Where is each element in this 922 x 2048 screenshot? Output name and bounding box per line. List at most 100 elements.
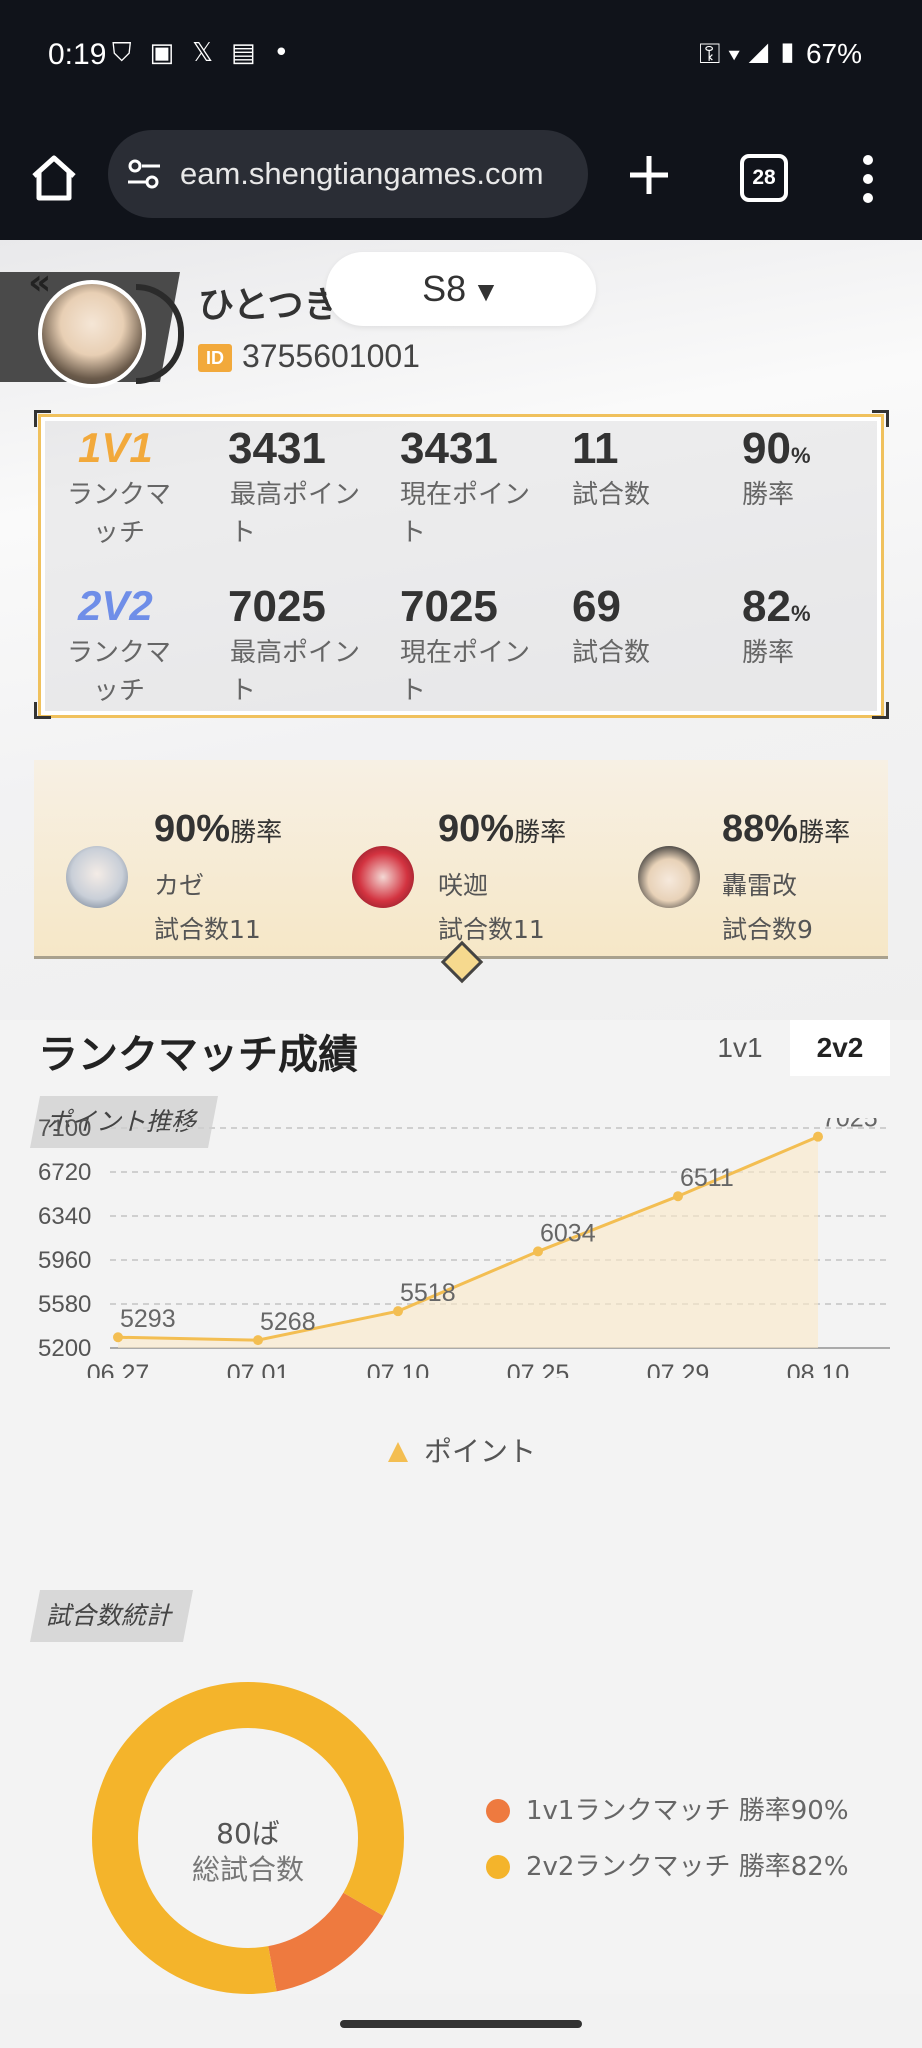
site-settings-icon[interactable]	[126, 156, 162, 192]
winrate-number: 90	[742, 424, 791, 473]
home-gesture-handle[interactable]	[340, 2020, 582, 2028]
pie-legend-1v1: 1v1ランクマッチ 勝率90%	[486, 1790, 849, 1827]
x-tick-label: 08.10	[787, 1360, 850, 1378]
winrate-label: 勝率	[742, 480, 795, 510]
data-point	[113, 1332, 123, 1343]
more-menu-icon[interactable]	[860, 152, 876, 206]
matches-value: 69	[572, 582, 621, 631]
hero-name: 咲迦	[438, 871, 489, 900]
data-point	[253, 1335, 263, 1346]
hero-avatar[interactable]	[638, 846, 700, 908]
home-icon[interactable]	[28, 152, 80, 204]
tab-switcher-button[interactable]: 28	[740, 154, 788, 202]
mode-toggle: 1v1 2v2	[690, 1020, 890, 1076]
hero-name: カゼ	[154, 871, 205, 900]
battery-percent: 67%	[805, 38, 862, 69]
matches-label: 試合数	[572, 638, 651, 668]
hero-avatar[interactable]	[66, 846, 128, 908]
toggle-2v2[interactable]: 2v2	[790, 1020, 890, 1076]
data-label: 6511	[680, 1164, 734, 1192]
hero-winrate-value: 90%	[438, 808, 515, 850]
panel-corner	[34, 702, 51, 719]
panel-corner	[34, 410, 51, 427]
data-point	[813, 1131, 823, 1142]
system-navigation-bar	[0, 1994, 922, 2048]
y-tick-label: 6340	[38, 1203, 91, 1230]
current-points-value: 7025	[400, 582, 498, 631]
matches-value: 11	[572, 424, 619, 473]
max-points-value: 3431	[228, 424, 326, 473]
section-title: ランクマッチ成績	[38, 1032, 358, 1078]
max-points-label: 最高ポイント	[230, 480, 361, 548]
data-point	[673, 1191, 683, 1202]
y-tick-label: 7100	[38, 1118, 91, 1142]
hero-winrate-label: 勝率	[514, 818, 567, 848]
hero-winrate-label: 勝率	[230, 818, 283, 848]
y-tick-label: 5960	[38, 1247, 91, 1274]
y-tick-label: 5200	[38, 1335, 91, 1362]
points-trend-chart: 7100 6720 6340 5960 5580 5200 5293 06.27 5268 07.…	[38, 1118, 890, 1378]
total-matches-value: 80ば	[216, 1817, 280, 1850]
mode-label-1v1: 1V1	[78, 424, 153, 471]
hero-winrate: 90%勝率	[438, 808, 566, 851]
url-text[interactable]: eam.shengtiangames.com	[180, 156, 580, 196]
id-badge: ID	[198, 344, 232, 372]
toggle-1v1[interactable]: 1v1	[690, 1020, 790, 1076]
hero-winrate: 88%勝率	[722, 808, 850, 851]
player-id: 3755601001	[242, 338, 420, 374]
max-points-label: 最高ポイント	[230, 638, 361, 706]
winrate-label: 勝率	[742, 638, 795, 668]
system-status-icons: ⚿ ▾ ◢ ▮ 67%	[699, 38, 862, 69]
data-point	[393, 1306, 403, 1317]
pie-legend-2v2: 2v2ランクマッチ 勝率82%	[486, 1846, 849, 1883]
data-label: 6034	[540, 1219, 596, 1247]
hero-avatar[interactable]	[352, 846, 414, 908]
hero-winrate-value: 88%	[722, 808, 799, 850]
legend-dot	[486, 1855, 510, 1879]
panel-corner	[872, 410, 889, 427]
winrate-unit: %	[790, 443, 811, 468]
mode-sub-label: ランクマッチ	[66, 638, 171, 706]
winrate-number: 82	[742, 582, 791, 631]
notification-icons: ⛉▣𝕏▤•	[112, 38, 307, 68]
season-selector[interactable]: S8 ▼	[326, 252, 596, 326]
current-points-label: 現在ポイント	[400, 638, 531, 706]
max-points-value: 7025	[228, 582, 326, 631]
series-legend-label: ポイント	[424, 1435, 537, 1468]
address-bar[interactable]: eam.shengtiangames.com	[108, 130, 588, 218]
player-name: ひとつき	[198, 285, 340, 326]
hero-name: 轟雷改	[722, 871, 798, 900]
data-label: 5268	[260, 1308, 316, 1336]
data-label: 5293	[120, 1305, 176, 1333]
data-label: 7025	[822, 1118, 878, 1133]
y-tick-label: 6720	[38, 1159, 91, 1186]
data-point	[533, 1246, 543, 1257]
season-label: S8	[422, 268, 467, 309]
matches-label: 試合数	[572, 480, 651, 510]
winrate-unit: %	[790, 601, 811, 626]
hero-winrate-label: 勝率	[798, 818, 851, 848]
y-tick-label: 5580	[38, 1291, 91, 1318]
match-stats-tag: 試合数統計	[30, 1590, 193, 1642]
hero-games: 試合数9	[722, 915, 813, 944]
avatar[interactable]	[38, 280, 146, 388]
hero-games: 試合数11	[154, 915, 261, 944]
status-bar: 0:19 ⛉▣𝕏▤• ⚿ ▾ ◢ ▮ 67%	[0, 0, 922, 118]
mode-sub-label: ランクマッチ	[66, 480, 171, 548]
hero-games: 試合数11	[438, 915, 545, 944]
hero-winrate-value: 90%	[154, 808, 231, 850]
x-tick-label: 07.25	[507, 1360, 570, 1378]
data-label: 5518	[400, 1279, 456, 1307]
new-tab-icon[interactable]	[626, 152, 672, 198]
current-points-label: 現在ポイント	[400, 480, 531, 548]
pie-legend-label: 1v1ランクマッチ 勝率90%	[526, 1796, 849, 1826]
caret-down-icon: ▼	[472, 276, 500, 307]
series-legend-marker	[388, 1442, 408, 1462]
x-tick-label: 07.29	[647, 1360, 710, 1378]
mode-label-2v2: 2V2	[78, 582, 153, 629]
x-tick-label: 07.01	[227, 1360, 290, 1378]
panel-corner	[872, 702, 889, 719]
winrate-value: 90%	[742, 424, 811, 474]
total-matches-label: 総試合数	[191, 1853, 304, 1886]
winrate-value: 82%	[742, 582, 811, 632]
